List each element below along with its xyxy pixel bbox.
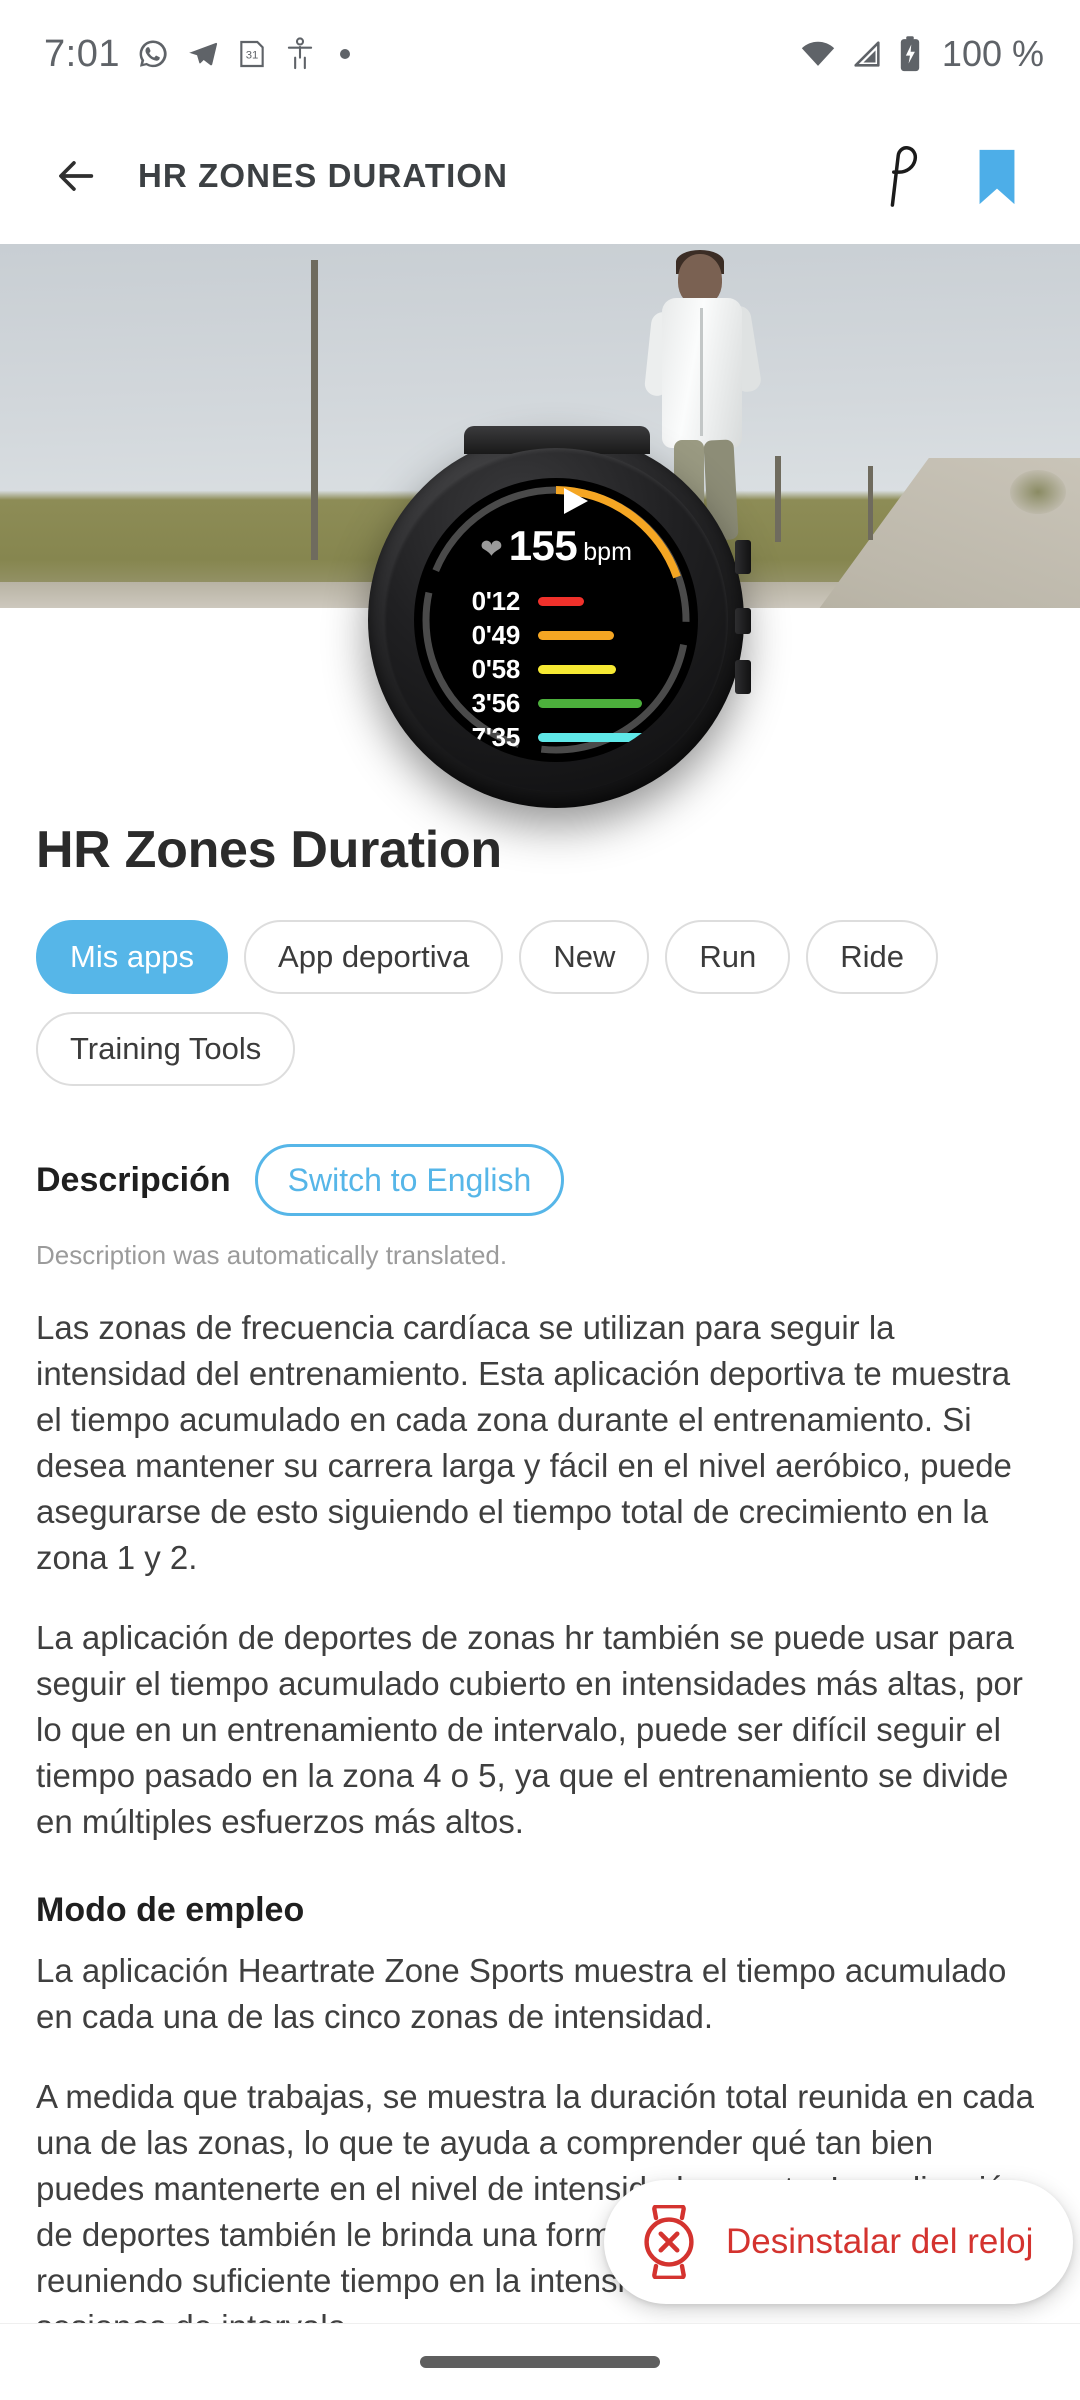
description-heading: Descripción: [36, 1160, 231, 1199]
svg-text:31: 31: [246, 50, 259, 62]
app-screen: 7:01 31 100 % HR ZONES DURATION ❤ 155 bp…: [0, 0, 1080, 2400]
status-bar-clock: 7:01: [44, 32, 120, 75]
app-bar: HR ZONES DURATION: [0, 108, 1080, 244]
usage-paragraph: La aplicación Heartrate Zone Sports mues…: [36, 1952, 1007, 2035]
watch-side-button: [735, 660, 751, 694]
bpm-value: 155: [508, 522, 578, 569]
heart-icon: ❤: [480, 534, 503, 564]
watch-zone-row: 0'12: [448, 584, 698, 618]
tag-chip-mis-apps[interactable]: Mis apps: [36, 920, 229, 994]
status-bar-right: 100 %: [799, 33, 1044, 75]
watch-zone-time: 0'49: [471, 619, 521, 650]
back-button[interactable]: [40, 139, 114, 213]
watch-zone-bar: [538, 732, 662, 742]
tag-chip-row: Mis apps App deportiva New Run Ride Training …: [36, 920, 1044, 1086]
watch-zone-row: 0'49: [448, 618, 698, 652]
watch-zone-time: 7'35: [471, 721, 521, 752]
page-title: HR ZONES DURATION: [138, 157, 509, 194]
switch-to-english-button[interactable]: Switch to English: [254, 1144, 565, 1216]
status-bar: 7:01 31 100 %: [0, 0, 1080, 108]
status-bar-left: 7:01 31: [44, 33, 350, 76]
usage-heading: Modo de empleo: [36, 1891, 305, 1929]
hero-pole: [311, 260, 318, 560]
watch-heart-rate: ❤ 155 bpm: [414, 522, 698, 570]
tag-chip-run[interactable]: Run: [665, 920, 791, 994]
flag-button[interactable]: [866, 137, 944, 215]
bookmark-button[interactable]: [958, 137, 1036, 215]
watch-zone-bar: [538, 596, 584, 606]
battery-percentage: 100 %: [941, 33, 1044, 74]
flag-icon: [890, 146, 918, 207]
calendar-icon: 31: [240, 40, 264, 68]
tag-chip-training-tools[interactable]: Training Tools: [36, 1012, 296, 1086]
back-arrow-icon: [59, 161, 94, 191]
whatsapp-icon: [139, 40, 167, 68]
battery-charging-icon: [900, 36, 920, 72]
home-gesture-pill[interactable]: [420, 2356, 660, 2368]
system-nav-bar: [0, 2324, 1080, 2400]
watch-zone-time: 0'12: [471, 585, 521, 616]
app-name-heading: HR Zones Duration: [36, 821, 502, 879]
bpm-unit: bpm: [583, 538, 632, 566]
description-paragraph: La aplicación de deportes de zonas hr ta…: [36, 1619, 1023, 1840]
watch-zone-row: 3'56: [448, 686, 698, 720]
auto-translation-note: Description was automatically translated…: [36, 1240, 508, 1270]
hero-pole: [868, 466, 873, 540]
cellular-signal-icon: [854, 41, 880, 67]
telegram-icon: [189, 42, 218, 66]
tag-chip-ride[interactable]: Ride: [806, 920, 939, 994]
watch-zone-time: 3'56: [471, 687, 521, 718]
description-paragraph: Las zonas de frecuencia cardíaca se util…: [36, 1309, 1012, 1576]
watch-zone-time: 0'58: [471, 653, 521, 684]
accessibility-icon: [287, 37, 313, 70]
description-header: Descripción Switch to English: [36, 1144, 1080, 1216]
watch-side-button: [735, 540, 751, 574]
wifi-icon: [801, 41, 835, 66]
hero-pole: [775, 456, 781, 542]
uninstall-from-watch-button[interactable]: Desinstalar del reloj: [604, 2180, 1074, 2304]
watch-zone-row: 0'58: [448, 652, 698, 686]
content-area: HR Zones Duration Mis apps App deportiva N…: [0, 608, 1080, 2400]
uninstall-label: Desinstalar del reloj: [726, 2222, 1034, 2261]
hero-bush: [1010, 470, 1066, 514]
tag-chip-new[interactable]: New: [519, 920, 650, 994]
bookmark-icon: [979, 149, 1015, 205]
watch-side-button: [735, 608, 751, 634]
watch-zone-bar: [538, 630, 614, 640]
more-dot-icon: [339, 49, 350, 59]
smartwatch-overlay: ❤ 155 bpm 0'12 0'49 0'58 3'56 7'35: [368, 426, 751, 808]
watch-zone-bar: [538, 664, 616, 674]
watch-zone-bar: [538, 698, 642, 708]
watch-zone-row: 7'35: [448, 720, 698, 754]
watch-remove-icon: [644, 2205, 694, 2279]
tag-chip-app-deportiva[interactable]: App deportiva: [244, 920, 504, 994]
watch-zone-list: 0'12 0'49 0'58 3'56 7'35: [414, 584, 698, 754]
watch-screen: ❤ 155 bpm 0'12 0'49 0'58 3'56 7'35: [414, 478, 698, 762]
